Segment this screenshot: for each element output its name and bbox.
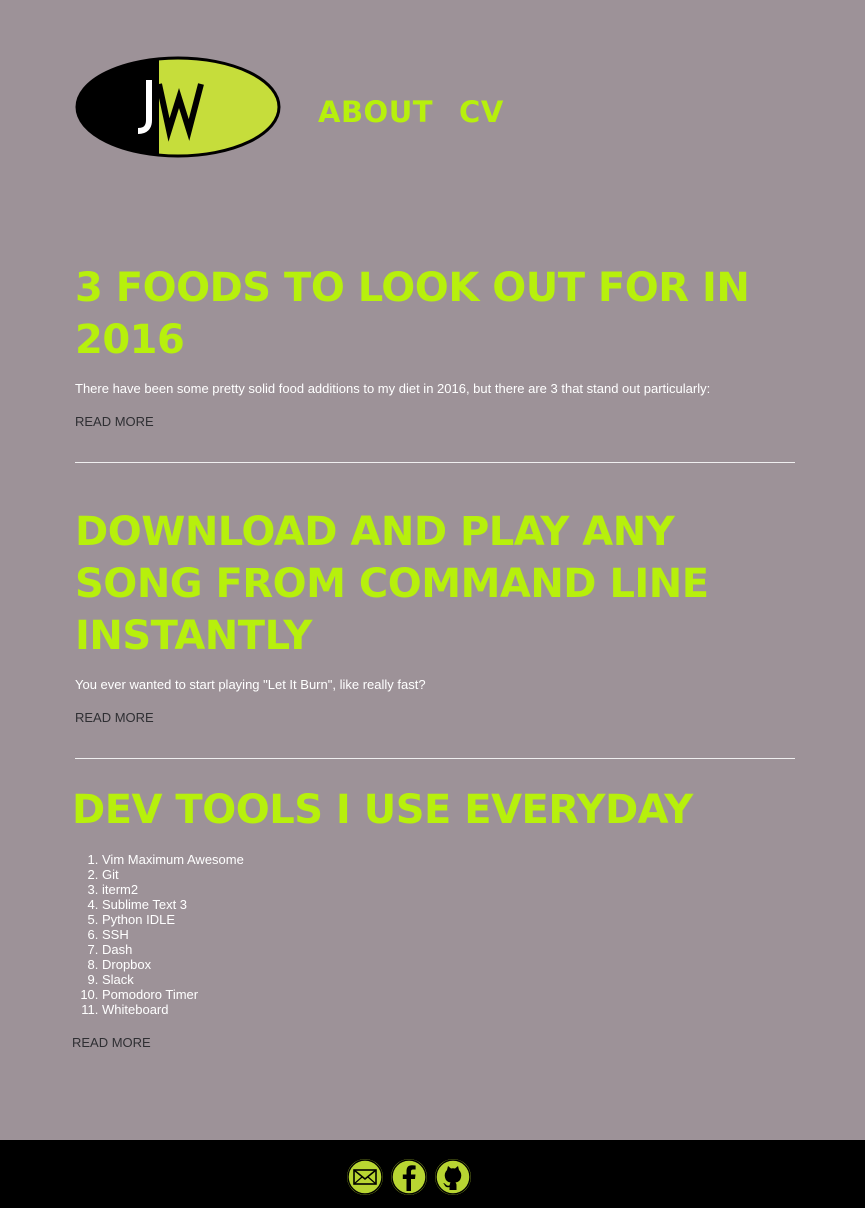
site-header: ABOUT CV xyxy=(75,56,775,158)
post-excerpt: You ever wanted to start playing "Let It… xyxy=(75,677,426,692)
post-divider xyxy=(75,462,795,463)
post-title[interactable]: 3 FOODS TO LOOK OUT FOR IN 2016 xyxy=(75,262,795,366)
list-item: Dash xyxy=(102,942,792,957)
post-download-song: DOWNLOAD AND PLAY ANY SONG FROM COMMAND … xyxy=(75,506,795,727)
mail-icon xyxy=(347,1159,383,1195)
site-footer xyxy=(0,1140,865,1208)
read-more-link[interactable]: READ MORE xyxy=(75,710,154,726)
dev-tools-list: Vim Maximum Awesome Git iterm2 Sublime T… xyxy=(72,852,792,1017)
list-item: iterm2 xyxy=(102,882,792,897)
list-item: Git xyxy=(102,867,792,882)
nav-about-link[interactable]: ABOUT xyxy=(318,94,433,130)
list-item: Slack xyxy=(102,972,792,987)
post-dev-tools: DEV TOOLS I USE EVERYDAY Vim Maximum Awe… xyxy=(72,784,792,1052)
list-item: Vim Maximum Awesome xyxy=(102,852,792,867)
list-item: Python IDLE xyxy=(102,912,792,927)
list-item: Whiteboard xyxy=(102,1002,792,1017)
list-item: Dropbox xyxy=(102,957,792,972)
jw-logo[interactable] xyxy=(75,56,281,158)
social-links xyxy=(347,1159,471,1195)
read-more-link[interactable]: READ MORE xyxy=(72,1035,151,1051)
main-nav: ABOUT CV xyxy=(318,94,504,130)
post-foods: 3 FOODS TO LOOK OUT FOR IN 2016 There ha… xyxy=(75,262,795,431)
github-icon xyxy=(435,1159,471,1195)
list-item: Sublime Text 3 xyxy=(102,897,792,912)
github-link[interactable] xyxy=(435,1159,471,1195)
nav-cv-link[interactable]: CV xyxy=(459,94,504,130)
post-excerpt: There have been some pretty solid food a… xyxy=(75,381,711,396)
email-link[interactable] xyxy=(347,1159,383,1195)
post-title[interactable]: DOWNLOAD AND PLAY ANY SONG FROM COMMAND … xyxy=(75,506,795,662)
read-more-link[interactable]: READ MORE xyxy=(75,414,154,430)
post-divider xyxy=(75,758,795,759)
list-item: SSH xyxy=(102,927,792,942)
post-title[interactable]: DEV TOOLS I USE EVERYDAY xyxy=(72,784,792,836)
facebook-icon xyxy=(391,1159,427,1195)
facebook-link[interactable] xyxy=(391,1159,427,1195)
list-item: Pomodoro Timer xyxy=(102,987,792,1002)
